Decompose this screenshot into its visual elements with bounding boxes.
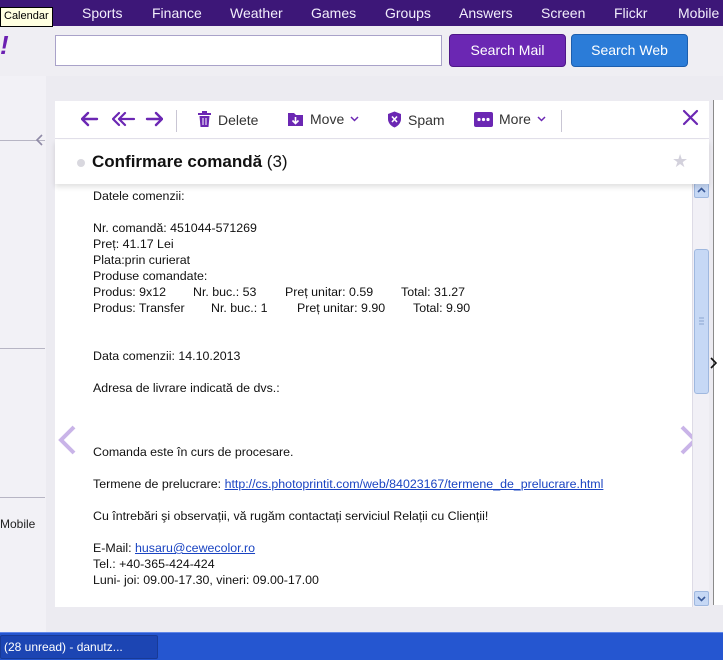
top-nav-bar: Sports Finance Weather Games Groups Answ…	[0, 0, 723, 26]
logo-fragment[interactable]: !	[0, 30, 9, 61]
terms-label: Termene de prelucrare:	[93, 477, 222, 491]
taskbar: (28 unread) - danutz...	[0, 632, 723, 660]
product-row: Produs: 9x12 Nr. buc.: 53 Preț unitar: 0.5…	[93, 284, 683, 300]
nav-screen[interactable]: Screen	[541, 5, 585, 21]
reply-button[interactable]	[81, 111, 99, 127]
contact-text: Cu întrebări şi observații, vă rugăm con…	[93, 509, 489, 523]
star-icon[interactable]: ★	[672, 151, 688, 172]
nav-weather[interactable]: Weather	[230, 5, 283, 21]
product-total: Total: 9.90	[413, 301, 471, 315]
previous-message-button[interactable]	[56, 424, 78, 459]
message-body: Datele comenzii: Nr. comandă: 451044-571…	[93, 188, 683, 607]
order-date: Data comenzii: 14.10.2013	[93, 349, 241, 363]
message-toolbar: Delete Move Spam More	[55, 101, 709, 139]
reply-all-button[interactable]	[112, 111, 136, 127]
delete-button[interactable]: Delete	[197, 111, 258, 128]
right-panel-edge	[713, 100, 723, 605]
scroll-up-button[interactable]	[694, 183, 709, 198]
product-qty: Nr. buc.: 53	[193, 285, 257, 299]
close-message-button[interactable]	[682, 109, 699, 129]
nav-mobile[interactable]: Mobile	[678, 5, 719, 21]
terms-line: Termene de prelucrare: http://cs.photopr…	[93, 476, 683, 492]
more-button[interactable]: More	[474, 111, 546, 127]
order-number: Nr. comandă: 451044-571269	[93, 221, 257, 235]
nav-answers[interactable]: Answers	[459, 5, 513, 21]
phone-line: Tel.: +40-365-424-424	[93, 557, 215, 571]
forward-button[interactable]	[145, 111, 163, 127]
taskbar-mail-window[interactable]: (28 unread) - danutz...	[0, 635, 158, 659]
nav-finance[interactable]: Finance	[152, 5, 202, 21]
more-label: More	[499, 111, 531, 127]
search-web-button[interactable]: Search Web	[571, 34, 688, 67]
nav-groups[interactable]: Groups	[385, 5, 431, 21]
hours-line: Luni- joi: 09.00-17.30, vineri: 09.00-17…	[93, 573, 319, 587]
delete-label: Delete	[218, 111, 259, 128]
subject-header: Confirmare comandă (3) ★	[55, 140, 709, 184]
email-label: E-Mail:	[93, 541, 132, 555]
left-sidebar	[0, 76, 46, 632]
delivery-address-label: Adresa de livrare indicată de dvs.:	[93, 381, 280, 395]
products-heading: Produse comandate:	[93, 269, 208, 283]
product-name: Produs: Transfer	[93, 301, 185, 315]
spam-label: Spam	[408, 111, 445, 128]
order-price: Preț: 41.17 Lei	[93, 237, 174, 251]
sidebar-mobile-label[interactable]: Mobile	[0, 517, 35, 531]
nav-flickr[interactable]: Flickr	[614, 5, 647, 21]
forward-icon	[145, 111, 163, 127]
right-panel-toggle-icon[interactable]	[709, 357, 718, 372]
product-qty: Nr. buc.: 1	[211, 301, 268, 315]
chevron-left-icon	[56, 425, 78, 459]
move-label: Move	[310, 111, 345, 127]
thread-count: (3)	[266, 152, 288, 171]
toolbar-divider	[176, 110, 177, 132]
shield-icon	[387, 111, 402, 128]
product-name: Produs: 9x12	[93, 285, 167, 299]
spam-button[interactable]: Spam	[387, 111, 445, 128]
toolbar-divider	[561, 110, 562, 132]
unread-dot-icon[interactable]	[77, 159, 85, 167]
calendar-tooltip: Calendar	[0, 7, 53, 27]
search-mail-button[interactable]: Search Mail	[449, 34, 566, 67]
chevron-down-icon	[350, 116, 359, 122]
chevron-down-icon	[537, 116, 546, 122]
close-icon	[682, 109, 699, 129]
payment-method: Plata:prin curierat	[93, 253, 191, 267]
product-row: Produs: Transfer Nr. buc.: 1 Preț unitar: …	[93, 300, 683, 316]
sidebar-divider	[0, 348, 45, 349]
terms-link[interactable]: http://cs.photoprintit.com/web/84023167/…	[225, 477, 604, 491]
reply-icon	[81, 111, 99, 127]
product-unit-price: Preț unitar: 0.59	[285, 285, 374, 299]
email-line: E-Mail: husaru@cewecolor.ro	[93, 540, 683, 556]
order-status: Comanda este în curs de procesare.	[93, 445, 294, 459]
sidebar-collapse-icon[interactable]	[35, 133, 44, 149]
search-input[interactable]	[55, 35, 442, 66]
folder-move-icon	[287, 111, 304, 127]
product-unit-price: Preț unitar: 9.90	[297, 301, 386, 315]
nav-games[interactable]: Games	[311, 5, 356, 21]
reply-all-icon	[112, 111, 136, 127]
more-dots-icon	[474, 111, 493, 127]
body-line: Datele comenzii:	[93, 189, 185, 203]
product-total: Total: 31.27	[401, 285, 466, 299]
message-subject: Confirmare comandă (3)	[92, 152, 288, 172]
scroll-thumb[interactable]	[694, 249, 709, 394]
message-scrollbar[interactable]	[692, 183, 709, 607]
message-panel: Delete Move Spam More Confirmare comandă…	[55, 101, 709, 607]
sidebar-divider	[0, 497, 45, 498]
move-button[interactable]: Move	[287, 111, 359, 127]
nav-sports[interactable]: Sports	[82, 5, 122, 21]
scroll-down-button[interactable]	[694, 591, 709, 606]
trash-icon	[197, 111, 212, 128]
email-link[interactable]: husaru@cewecolor.ro	[135, 541, 255, 555]
subject-text: Confirmare comandă	[92, 152, 263, 171]
